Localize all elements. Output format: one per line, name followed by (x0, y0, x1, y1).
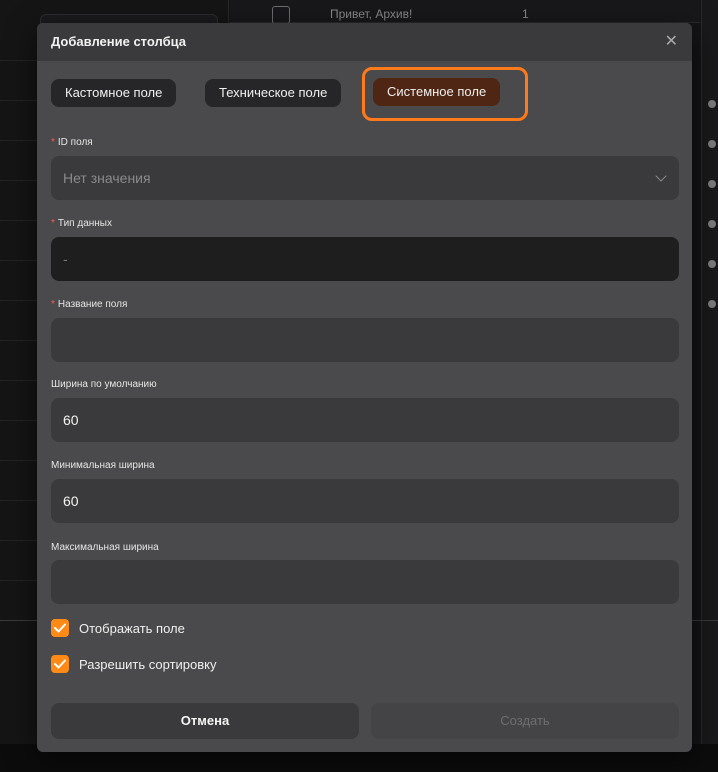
background-right-column (701, 0, 718, 772)
field-label-id: * ID поля (51, 137, 93, 148)
required-marker: * (51, 137, 55, 148)
checkmark-icon (54, 623, 66, 633)
field-label-min-width: Минимальная ширина (51, 460, 155, 471)
cancel-button[interactable]: Отмена (51, 703, 359, 739)
tab-technical-field[interactable]: Техническое поле (205, 79, 342, 107)
background-row-label: Привет, Архив! (330, 7, 413, 21)
show-field-checkbox[interactable] (51, 619, 69, 637)
add-column-dialog: Добавление столбца ✕ Кастомное поле Техн… (37, 23, 692, 752)
dialog-header: Добавление столбца ✕ (37, 23, 692, 61)
checkmark-icon (54, 659, 66, 669)
background-table-row (230, 0, 700, 23)
field-label-max-width: Максимальная ширина (51, 542, 159, 553)
field-name-input[interactable] (51, 318, 679, 362)
background-row-checkbox (272, 6, 290, 24)
tab-label: Техническое поле (219, 85, 328, 100)
tab-system-field[interactable]: Системное поле (373, 78, 501, 106)
field-label-name: * Название поля (51, 299, 128, 310)
field-label-default-width: Ширина по умолчанию (51, 379, 157, 390)
min-width-input[interactable]: 60 (51, 479, 679, 523)
select-placeholder: Нет значения (63, 170, 151, 186)
required-marker: * (51, 218, 55, 229)
allow-sort-label: Разрешить сортировку (79, 657, 217, 672)
show-field-label: Отображать поле (79, 621, 185, 636)
tab-label: Системное поле (387, 84, 487, 99)
data-type-field: - (51, 237, 679, 281)
required-marker: * (51, 299, 55, 310)
allow-sort-checkbox[interactable] (51, 655, 69, 673)
background-row-number: 1 (522, 7, 529, 21)
chevron-down-icon (655, 170, 667, 182)
tab-custom-field[interactable]: Кастомное поле (51, 79, 177, 107)
field-id-select[interactable]: Нет значения (51, 156, 679, 200)
max-width-input[interactable] (51, 560, 679, 604)
default-width-input[interactable]: 60 (51, 398, 679, 442)
field-label-data-type: * Тип данных (51, 218, 112, 229)
tab-label: Кастомное поле (65, 85, 163, 100)
close-icon[interactable]: ✕ (665, 31, 678, 51)
create-button[interactable]: Создать (371, 703, 679, 739)
dialog-title: Добавление столбца (51, 34, 186, 49)
